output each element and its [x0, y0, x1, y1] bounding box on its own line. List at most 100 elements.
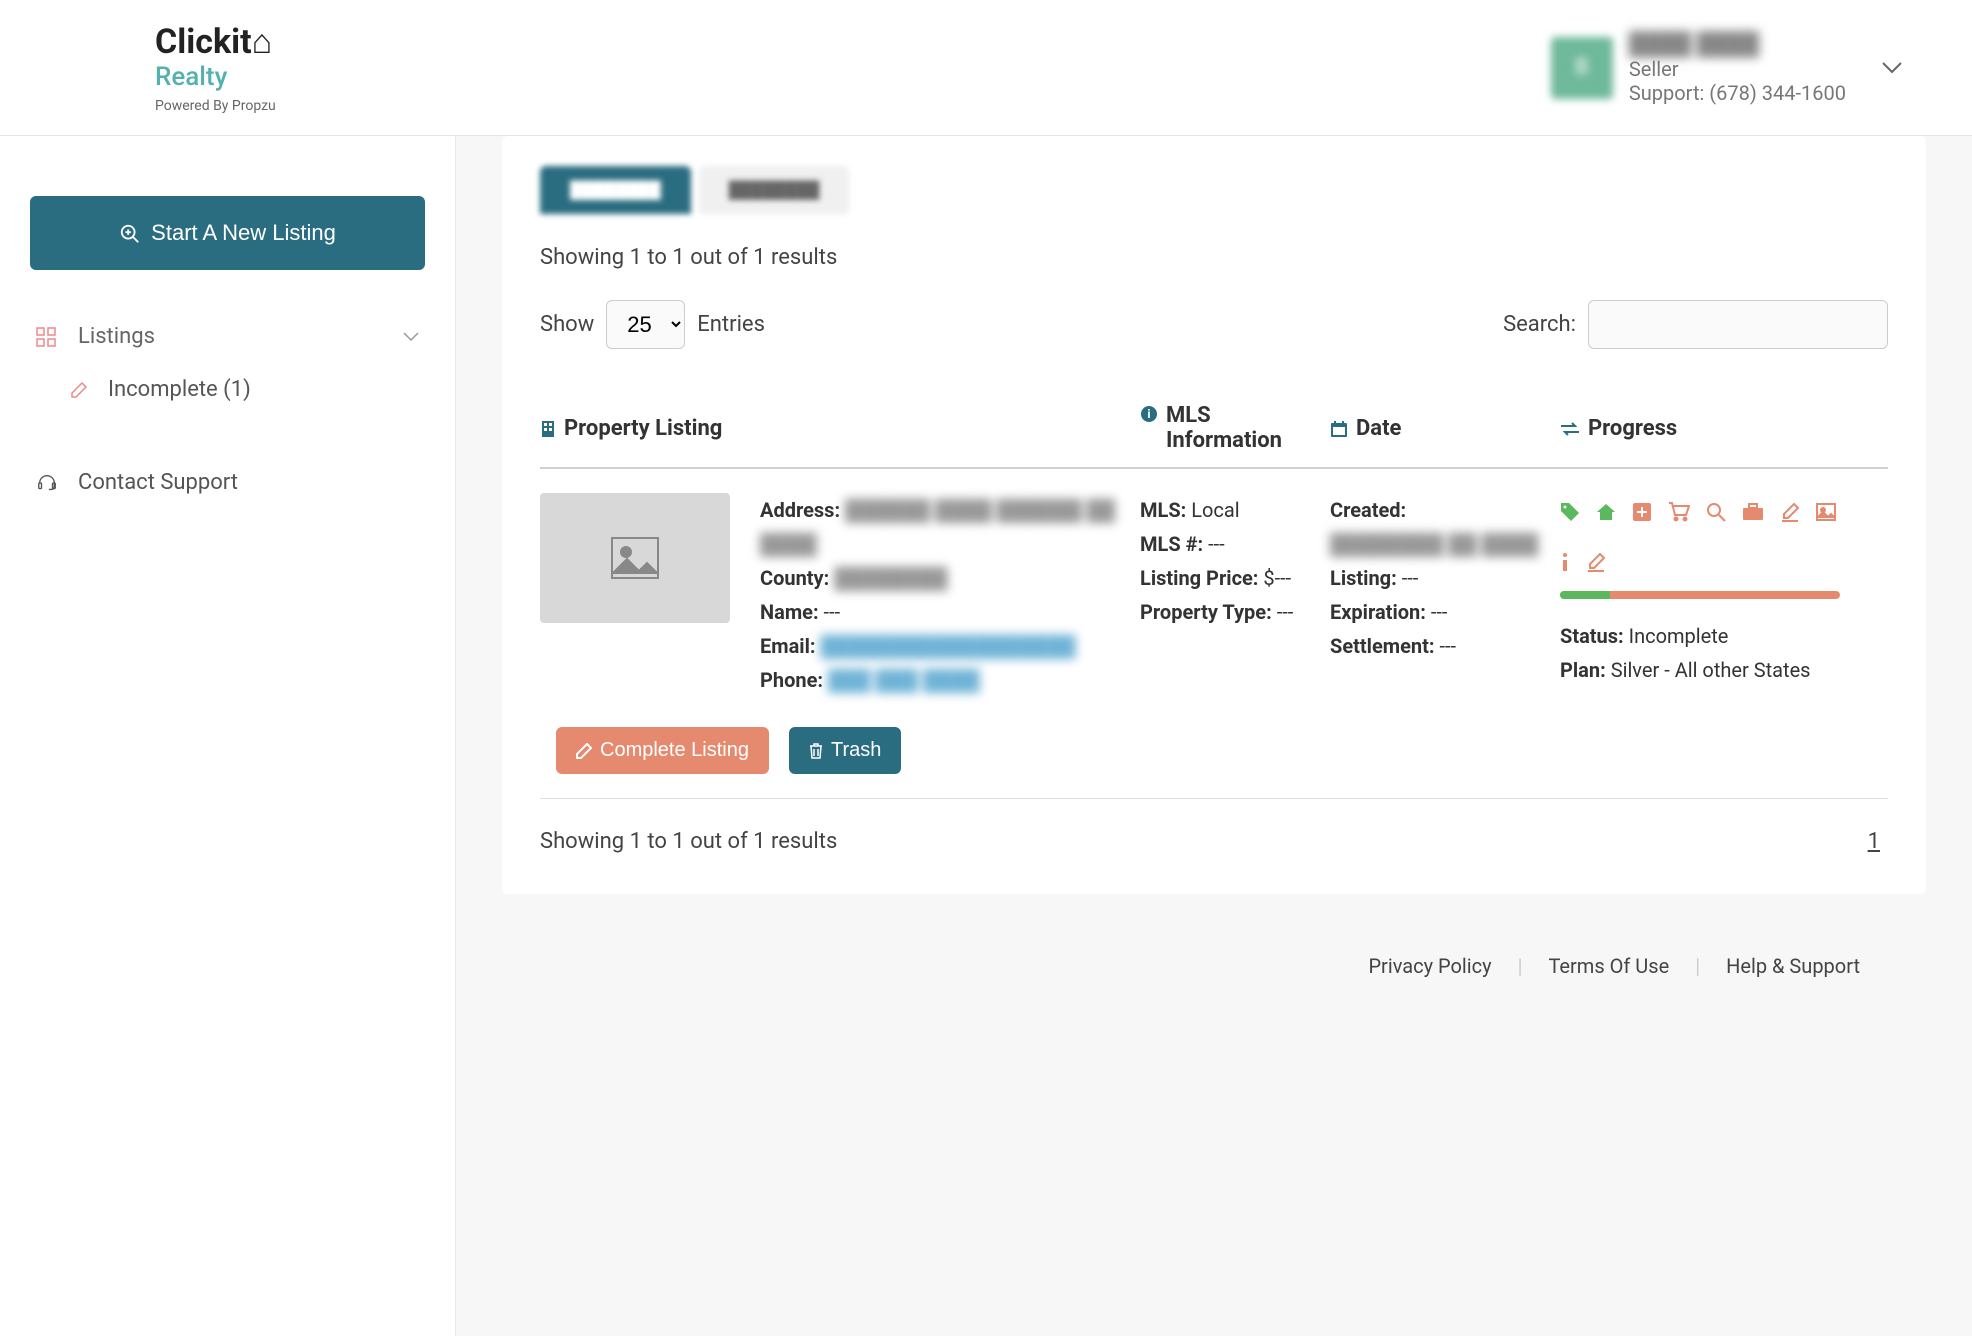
name-value: ---	[824, 600, 841, 624]
contact-support-label: Contact Support	[78, 470, 238, 495]
col-progress: Progress	[1588, 416, 1677, 441]
user-info: ████ ████ Seller Support: (678) 344-1600	[1629, 31, 1846, 105]
property-details: Address: ██████ ████ ██████ ██ ████ Coun…	[738, 493, 1140, 697]
mlsnum-value: ---	[1208, 532, 1225, 556]
name-label: Name:	[760, 600, 819, 624]
footer-terms[interactable]: Terms Of Use	[1522, 954, 1695, 978]
email-value: ██████████████████	[820, 634, 1075, 658]
trash-icon	[809, 739, 823, 762]
table-controls: Show 25 Entries Search:	[540, 300, 1888, 349]
listings-label: Listings	[78, 324, 155, 349]
status-label: Status:	[1560, 624, 1624, 648]
col-mls: MLS Information	[1166, 403, 1330, 453]
user-role: Seller	[1629, 57, 1846, 81]
phone-value: ███ ███ ████	[828, 668, 980, 692]
logo: Clickit⌂ Realty Powered By Propzu	[0, 22, 456, 114]
sidebar-item-incomplete[interactable]: Incomplete (1)	[30, 363, 425, 416]
building-icon	[540, 418, 556, 439]
start-new-listing-button[interactable]: Start A New Listing	[30, 196, 425, 270]
briefcase-icon	[1742, 493, 1764, 527]
entries-label: Entries	[697, 312, 765, 337]
logo-text-2: Realty	[155, 62, 456, 92]
table-footer: Showing 1 to 1 out of 1 results 1	[540, 799, 1888, 854]
results-summary-top: Showing 1 to 1 out of 1 results	[540, 245, 1888, 270]
table-row: Address: ██████ ████ ██████ ██ ████ Coun…	[540, 469, 1888, 717]
logo-text-1: Clickit	[155, 22, 252, 62]
sidebar-item-listings[interactable]: Listings	[30, 310, 425, 363]
user-support: Support: (678) 344-1600	[1629, 81, 1846, 105]
listing-date-label: Listing:	[1330, 566, 1397, 590]
house-icon: ⌂	[252, 22, 273, 62]
listing-date-value: ---	[1402, 566, 1419, 590]
grid-icon	[36, 324, 58, 349]
edit-icon	[1780, 493, 1800, 527]
listing-thumbnail	[540, 493, 730, 623]
row-actions: Complete Listing Trash	[540, 717, 1888, 799]
trash-label: Trash	[831, 739, 881, 762]
home-icon	[1596, 493, 1616, 527]
expiration-value: ---	[1431, 600, 1448, 624]
user-menu[interactable]: B ████ ████ Seller Support: (678) 344-16…	[1551, 31, 1932, 105]
footer: Privacy Policy | Terms Of Use | Help & S…	[502, 934, 1926, 998]
search-label: Search:	[1503, 312, 1576, 337]
tag-icon	[1560, 493, 1580, 527]
tab-2[interactable]: ████████	[699, 166, 850, 214]
info-small-icon	[1560, 543, 1570, 577]
complete-listing-label: Complete Listing	[600, 739, 749, 762]
phone-label: Phone:	[760, 668, 823, 692]
pencil-icon	[70, 377, 88, 402]
sidebar-item-contact-support[interactable]: Contact Support	[30, 456, 425, 509]
svg-text:i: i	[1147, 407, 1150, 421]
sidebar: Start A New Listing Listings Incomplete …	[0, 136, 456, 1336]
listing-price-label: Listing Price:	[1140, 566, 1258, 590]
avatar: B	[1551, 37, 1613, 99]
created-label: Created:	[1330, 498, 1406, 522]
results-summary-bottom: Showing 1 to 1 out of 1 results	[540, 829, 837, 854]
info-icon: i	[1140, 403, 1158, 424]
email-label: Email:	[760, 634, 816, 658]
mls-value: Local	[1191, 498, 1239, 522]
footer-privacy[interactable]: Privacy Policy	[1342, 954, 1517, 978]
listings-card: ████████ ████████ Showing 1 to 1 out of …	[502, 136, 1926, 894]
tab-active[interactable]: ████████	[540, 166, 691, 214]
prop-type-label: Property Type:	[1140, 600, 1272, 624]
progress-bar	[1560, 591, 1840, 599]
new-listing-label: Start A New Listing	[151, 220, 336, 246]
trash-button[interactable]: Trash	[789, 727, 901, 774]
arrows-icon	[1560, 418, 1580, 439]
edit-icon	[576, 739, 592, 762]
user-name: ████ ████	[1629, 31, 1846, 57]
document-icon	[1586, 543, 1606, 577]
headset-icon	[36, 470, 58, 495]
search-plus-icon	[119, 220, 141, 246]
plan-value: Silver - All other States	[1611, 658, 1811, 682]
main-content: ████████ ████████ Showing 1 to 1 out of …	[456, 136, 1972, 1336]
table-header: Property Listing i MLS Information Date	[540, 389, 1888, 469]
complete-listing-button[interactable]: Complete Listing	[556, 727, 769, 774]
county-value: ████████	[834, 566, 947, 590]
entries-select[interactable]: 25	[606, 300, 685, 349]
chevron-down-icon[interactable]	[1882, 57, 1902, 78]
col-property: Property Listing	[564, 416, 722, 441]
incomplete-label: Incomplete (1)	[108, 377, 251, 402]
expiration-label: Expiration:	[1330, 600, 1426, 624]
show-label: Show	[540, 312, 594, 337]
image-icon	[1816, 493, 1836, 527]
search-input[interactable]	[1588, 300, 1888, 349]
tabs: ████████ ████████	[540, 166, 1888, 215]
header: Clickit⌂ Realty Powered By Propzu B ████…	[0, 0, 1972, 136]
page-1[interactable]: 1	[1860, 829, 1888, 854]
mls-label: MLS:	[1140, 498, 1186, 522]
cart-icon	[1668, 493, 1690, 527]
progress-icons	[1560, 493, 1850, 577]
calendar-icon	[1330, 418, 1348, 439]
plus-square-icon	[1632, 493, 1652, 527]
search-icon	[1706, 493, 1726, 527]
prop-type-value: ---	[1277, 600, 1294, 624]
settlement-label: Settlement:	[1330, 634, 1434, 658]
progress-fill	[1560, 591, 1610, 599]
status-value: Incomplete	[1629, 624, 1729, 648]
footer-help[interactable]: Help & Support	[1700, 954, 1886, 978]
plan-label: Plan:	[1560, 658, 1606, 682]
col-date: Date	[1356, 416, 1401, 441]
